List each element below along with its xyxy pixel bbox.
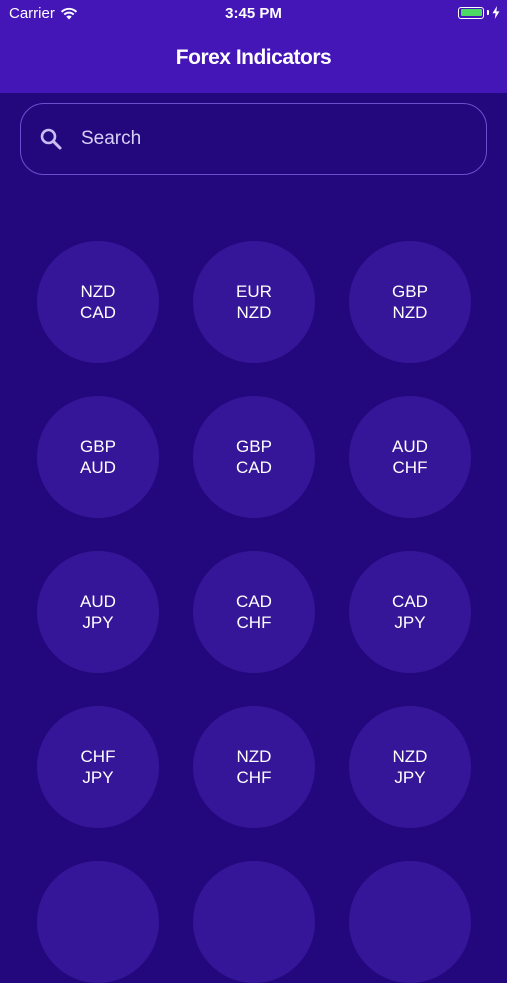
pair-button-partial[interactable] [193,861,315,983]
battery-icon [458,6,484,19]
pair-button[interactable]: CHF JPY [37,706,159,828]
charging-bolt-icon [492,6,500,19]
pair-button-partial[interactable] [349,861,471,983]
pair-base-label: CHF [80,747,116,766]
pair-base-label: GBP [236,437,272,456]
pair-button[interactable]: GBP CAD [193,396,315,518]
pair-button[interactable]: CAD CHF [193,551,315,673]
pair-button[interactable]: NZD JPY [349,706,471,828]
pair-button[interactable]: AUD CHF [349,396,471,518]
navigation-bar: Carrier 3:45 PM Forex Indicators [0,0,507,93]
pair-quote-label: NZD [236,303,272,322]
pair-base-label: NZD [80,282,116,301]
pair-quote-label: CAD [236,458,272,477]
pair-button[interactable]: GBP NZD [349,241,471,363]
search-icon [40,128,62,150]
pair-base-label: CAD [236,592,272,611]
pair-base-label: AUD [80,592,116,611]
pair-base-label: NZD [236,747,272,766]
pair-quote-label: JPY [394,768,426,787]
status-time: 3:45 PM [225,5,282,22]
battery-level [460,9,482,16]
pair-base-label: AUD [392,437,428,456]
pair-button[interactable]: CAD JPY [349,551,471,673]
pair-quote-label: CAD [80,303,116,322]
pair-base-label: CAD [392,592,428,611]
pair-quote-label: CHF [392,458,428,477]
search-input[interactable] [81,128,441,150]
pair-quote-label: JPY [394,613,426,632]
pair-base-label: EUR [236,282,272,301]
pair-base-label: GBP [392,282,428,301]
battery-indicator [458,6,500,19]
pair-button[interactable]: GBP AUD [37,396,159,518]
battery-cap [487,10,489,15]
pair-base-label: NZD [392,747,428,766]
pair-base-label: GBP [80,437,116,456]
pair-quote-label: JPY [82,768,114,787]
pair-button-partial[interactable] [37,861,159,983]
page-title: Forex Indicators [175,46,332,69]
pair-button[interactable]: AUD JPY [37,551,159,673]
pair-button[interactable]: NZD CAD [37,241,159,363]
pair-quote-label: NZD [392,303,428,322]
pair-quote-label: JPY [82,613,114,632]
pair-quote-label: CHF [236,613,272,632]
pair-button[interactable]: EUR NZD [193,241,315,363]
pair-quote-label: CHF [236,768,272,787]
status-bar: Carrier 3:45 PM [0,0,507,28]
currency-pair-grid: NZD CAD EUR NZD GBP NZD GBP AUD GBP CAD … [37,241,471,983]
pair-quote-label: AUD [80,458,116,477]
search-bar[interactable] [20,103,487,175]
pair-button[interactable]: NZD CHF [193,706,315,828]
